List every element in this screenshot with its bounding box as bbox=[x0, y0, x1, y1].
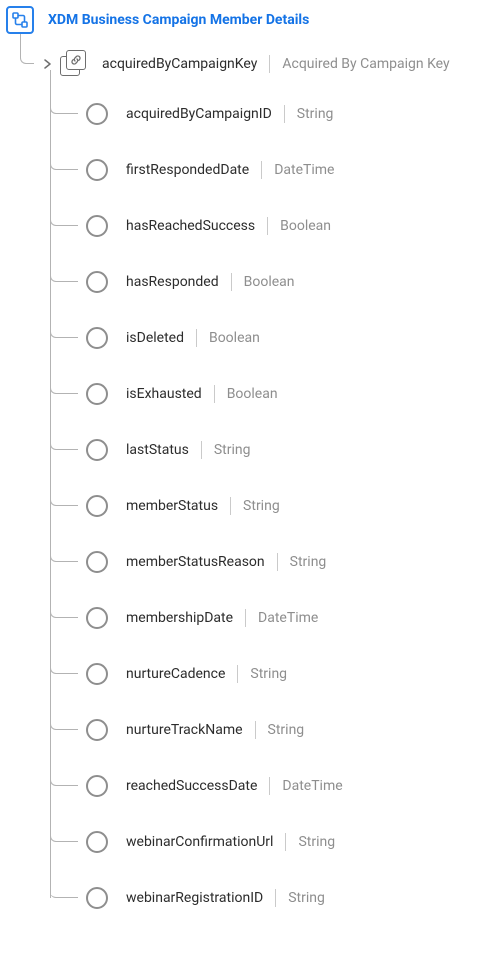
field-name: reachedSuccessDate bbox=[126, 778, 257, 794]
field-leaf-icon bbox=[86, 159, 108, 181]
field-name: lastStatus bbox=[126, 442, 189, 458]
chevron-right-icon[interactable] bbox=[42, 58, 54, 70]
field-name: hasResponded bbox=[126, 274, 219, 290]
field-leaf-icon bbox=[86, 551, 108, 573]
schema-tree: acquiredByCampaignKey Acquired By Campai… bbox=[20, 34, 501, 926]
field-type: String bbox=[290, 554, 327, 570]
field-leaf-icon bbox=[86, 383, 108, 405]
divider bbox=[275, 889, 276, 907]
field-name: firstRespondedDate bbox=[126, 162, 249, 178]
divider bbox=[237, 665, 238, 683]
field-leaf-icon bbox=[86, 103, 108, 125]
field-row[interactable]: membershipDate DateTime bbox=[50, 590, 501, 646]
field-type: String bbox=[214, 442, 251, 458]
field-leaf-icon bbox=[86, 719, 108, 741]
divider bbox=[285, 833, 286, 851]
field-type: String bbox=[298, 834, 335, 850]
divider bbox=[230, 497, 231, 515]
field-row-object[interactable]: acquiredByCampaignKey Acquired By Campai… bbox=[20, 42, 501, 86]
field-leaf-icon bbox=[86, 775, 108, 797]
field-type: Boolean bbox=[227, 386, 278, 402]
field-row[interactable]: reachedSuccessDate DateTime bbox=[50, 758, 501, 814]
divider bbox=[269, 55, 270, 73]
field-name: acquiredByCampaignKey bbox=[102, 56, 257, 72]
field-type: String bbox=[288, 890, 325, 906]
field-row[interactable]: acquiredByCampaignID String bbox=[50, 86, 501, 142]
schema-root-row[interactable]: XDM Business Campaign Member Details bbox=[0, 6, 501, 34]
field-name: isExhausted bbox=[126, 386, 202, 402]
field-row[interactable]: memberStatusReason String bbox=[50, 534, 501, 590]
divider bbox=[196, 329, 197, 347]
field-leaf-icon bbox=[86, 327, 108, 349]
field-row[interactable]: lastStatus String bbox=[50, 422, 501, 478]
field-name: webinarRegistrationID bbox=[126, 890, 263, 906]
field-row[interactable]: firstRespondedDate DateTime bbox=[50, 142, 501, 198]
field-leaf-icon bbox=[86, 607, 108, 629]
field-type: DateTime bbox=[258, 610, 318, 626]
divider bbox=[261, 161, 262, 179]
field-name: acquiredByCampaignID bbox=[126, 106, 272, 122]
field-type: String bbox=[243, 498, 280, 514]
divider bbox=[269, 777, 270, 795]
field-row[interactable]: nurtureCadence String bbox=[50, 646, 501, 702]
field-row[interactable]: hasResponded Boolean bbox=[50, 254, 501, 310]
field-name: memberStatus bbox=[126, 498, 218, 514]
field-name: memberStatusReason bbox=[126, 554, 265, 570]
schema-root-title: XDM Business Campaign Member Details bbox=[48, 12, 309, 28]
field-row[interactable]: webinarRegistrationID String bbox=[50, 870, 501, 926]
field-type: Boolean bbox=[209, 330, 260, 346]
field-type: Boolean bbox=[244, 274, 295, 290]
field-name: nurtureCadence bbox=[126, 666, 225, 682]
field-row[interactable]: isExhausted Boolean bbox=[50, 366, 501, 422]
field-leaf-icon bbox=[86, 663, 108, 685]
field-leaf-icon bbox=[86, 271, 108, 293]
field-leaf-icon bbox=[86, 439, 108, 461]
divider bbox=[231, 273, 232, 291]
field-type: Acquired By Campaign Key bbox=[282, 56, 449, 72]
field-type: DateTime bbox=[282, 778, 342, 794]
field-row[interactable]: webinarConfirmationUrl String bbox=[50, 814, 501, 870]
field-row[interactable]: isDeleted Boolean bbox=[50, 310, 501, 366]
field-name: webinarConfirmationUrl bbox=[126, 834, 273, 850]
field-leaf-icon bbox=[86, 215, 108, 237]
divider bbox=[255, 721, 256, 739]
divider bbox=[277, 553, 278, 571]
field-leaf-icon bbox=[86, 831, 108, 853]
field-row[interactable]: hasReachedSuccess Boolean bbox=[50, 198, 501, 254]
divider bbox=[284, 105, 285, 123]
field-type: DateTime bbox=[274, 162, 334, 178]
object-link-icon bbox=[60, 50, 88, 78]
field-name: hasReachedSuccess bbox=[126, 218, 255, 234]
field-type: String bbox=[268, 722, 305, 738]
field-type: String bbox=[297, 106, 334, 122]
schema-root-icon bbox=[6, 6, 34, 34]
field-row[interactable]: nurtureTrackName String bbox=[50, 702, 501, 758]
field-leaf-icon bbox=[86, 495, 108, 517]
field-name: isDeleted bbox=[126, 330, 184, 346]
field-type: String bbox=[250, 666, 287, 682]
field-name: membershipDate bbox=[126, 610, 233, 626]
divider bbox=[201, 441, 202, 459]
divider bbox=[245, 609, 246, 627]
divider bbox=[267, 217, 268, 235]
field-row[interactable]: memberStatus String bbox=[50, 478, 501, 534]
field-name: nurtureTrackName bbox=[126, 722, 243, 738]
field-type: Boolean bbox=[280, 218, 331, 234]
field-list: acquiredByCampaignID String firstResponded… bbox=[50, 86, 501, 926]
divider bbox=[214, 385, 215, 403]
field-leaf-icon bbox=[86, 887, 108, 909]
